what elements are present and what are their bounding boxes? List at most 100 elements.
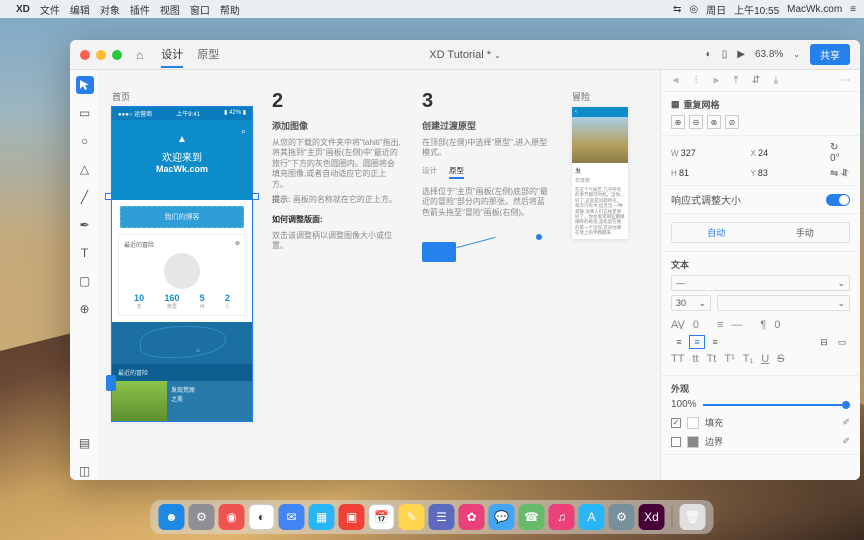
- responsive-toggle[interactable]: [826, 194, 850, 206]
- more-align-icon[interactable]: ⋯: [838, 75, 852, 86]
- tab-prototype[interactable]: 原型: [197, 42, 219, 68]
- align-left-text-icon[interactable]: ≡: [671, 335, 687, 349]
- dock-app[interactable]: ◉: [219, 504, 245, 530]
- eyedropper-icon[interactable]: ✐: [842, 436, 850, 447]
- align-middle-icon[interactable]: ⇵: [749, 75, 763, 86]
- boolean-ops[interactable]: ⊕ ⊖ ⊗ ⊘: [671, 115, 850, 129]
- repeat-grid-handle[interactable]: [106, 375, 116, 391]
- menu-plugins[interactable]: 插件: [130, 2, 150, 17]
- height-input[interactable]: [679, 168, 719, 178]
- menu-edit[interactable]: 编辑: [70, 2, 90, 17]
- dock-app[interactable]: A: [579, 504, 605, 530]
- align-right-text-icon[interactable]: ≡: [707, 335, 723, 349]
- pen-tool[interactable]: ✒: [76, 216, 94, 234]
- layers-icon[interactable]: ◫: [76, 462, 94, 480]
- subtract-icon[interactable]: ⊖: [689, 115, 703, 129]
- select-tool[interactable]: [76, 76, 94, 94]
- dock-app[interactable]: ☰: [429, 504, 455, 530]
- text-box-mode[interactable]: ⊟ ▭: [816, 335, 850, 349]
- resize-mode-segment[interactable]: 自动 手动: [671, 222, 850, 243]
- dock-app[interactable]: ▦: [309, 504, 335, 530]
- share-button[interactable]: 共享: [810, 44, 850, 65]
- font-size-select[interactable]: 30: [671, 295, 711, 311]
- rotate-icon[interactable]: ↻ 0°: [830, 142, 850, 164]
- intersect-icon[interactable]: ⊗: [707, 115, 721, 129]
- selection-handles[interactable]: [108, 196, 256, 198]
- tab-design[interactable]: 设计: [161, 42, 183, 68]
- strike-icon[interactable]: S: [777, 353, 784, 365]
- dock-app[interactable]: ▣: [339, 504, 365, 530]
- exclude-icon[interactable]: ⊘: [725, 115, 739, 129]
- text-tool[interactable]: T: [76, 244, 94, 262]
- para-spacing-icon[interactable]: ¶: [760, 319, 766, 331]
- border-checkbox[interactable]: [671, 437, 681, 447]
- lowercase-icon[interactable]: tt: [692, 353, 698, 365]
- assets-icon[interactable]: ▤: [76, 434, 94, 452]
- font-family-select[interactable]: —: [671, 275, 850, 291]
- fill-checkbox[interactable]: ✓: [671, 418, 681, 428]
- dock-app[interactable]: ✎: [399, 504, 425, 530]
- dock-app[interactable]: ⚙: [189, 504, 215, 530]
- wifi-icon[interactable]: ⇆: [673, 4, 681, 15]
- point-text-icon[interactable]: ⊟: [816, 335, 832, 349]
- underline-icon[interactable]: U: [761, 353, 769, 365]
- menu-view[interactable]: 视图: [160, 2, 180, 17]
- play-icon[interactable]: ▶: [737, 49, 745, 60]
- eyedropper-icon[interactable]: ✐: [842, 417, 850, 428]
- artboard-home[interactable]: 首页 ●●●○ 运营商 上午9:41 ▮ 42% ▮ ⌕ ▲ 欢迎来到 MacW…: [112, 90, 252, 421]
- menu-window[interactable]: 窗口: [190, 2, 210, 17]
- align-right-icon[interactable]: ⫸: [709, 75, 723, 86]
- superscript-icon[interactable]: T¹: [724, 353, 734, 365]
- zoom-level[interactable]: 63.8%: [755, 49, 783, 60]
- dock-app[interactable]: 📅: [369, 504, 395, 530]
- artboard-label[interactable]: 冒险: [572, 90, 628, 103]
- menu-file[interactable]: 文件: [40, 2, 60, 17]
- ellipse-tool[interactable]: ○: [76, 132, 94, 150]
- opacity-value[interactable]: 100%: [671, 399, 697, 410]
- dock-app[interactable]: ◐: [249, 504, 275, 530]
- subscript-icon[interactable]: T₁: [743, 353, 753, 365]
- dock[interactable]: ☻⚙◉◐✉▦▣📅✎☰✿💬☎♫A⚙Xd🗑: [151, 500, 714, 534]
- menu-extra-icon[interactable]: ≡: [850, 4, 856, 15]
- align-left-icon[interactable]: ⫷: [669, 75, 683, 86]
- dock-app[interactable]: 🗑: [680, 504, 706, 530]
- font-weight-select[interactable]: [717, 295, 850, 311]
- flip-icon[interactable]: ⇋ ⥯: [830, 168, 850, 179]
- align-top-icon[interactable]: ⤒: [729, 75, 743, 86]
- artboard-label[interactable]: 首页: [112, 90, 252, 103]
- line-tool[interactable]: ╱: [76, 188, 94, 206]
- width-input[interactable]: [681, 148, 721, 158]
- traffic-lights[interactable]: [80, 50, 122, 60]
- titlecase-icon[interactable]: Tt: [707, 353, 717, 365]
- align-bottom-icon[interactable]: ⤓: [769, 75, 783, 86]
- align-center-text-icon[interactable]: ≡: [689, 335, 705, 349]
- dock-app[interactable]: ☻: [159, 504, 185, 530]
- y-input[interactable]: [758, 168, 798, 178]
- artboard-tool[interactable]: ▢: [76, 272, 94, 290]
- char-spacing-icon[interactable]: AV̱: [671, 319, 685, 331]
- align-center-h-icon[interactable]: ⫶: [689, 75, 703, 86]
- dock-app[interactable]: Xd: [639, 504, 665, 530]
- control-icon[interactable]: ◎: [689, 4, 698, 15]
- menu-object[interactable]: 对象: [100, 2, 120, 17]
- area-text-icon[interactable]: ▭: [834, 335, 850, 349]
- canvas[interactable]: 首页 ●●●○ 运营商 上午9:41 ▮ 42% ▮ ⌕ ▲ 欢迎来到 MacW…: [100, 70, 660, 480]
- account-icon[interactable]: ◐: [706, 49, 712, 60]
- x-input[interactable]: [758, 148, 798, 158]
- rectangle-tool[interactable]: ▭: [76, 104, 94, 122]
- union-icon[interactable]: ⊕: [671, 115, 685, 129]
- fill-swatch[interactable]: [687, 417, 699, 429]
- align-tools[interactable]: ⫷ ⫶ ⫸ ⤒ ⇵ ⤓ ⋯: [661, 70, 860, 92]
- device-icon[interactable]: ▯: [722, 49, 728, 60]
- app-name[interactable]: XD: [16, 4, 30, 15]
- artboard-adventure[interactable]: 冒险 ‹ 发 年度旅 在这个气候区,几乎所有的季节都可时机。当你...好了,这就…: [572, 90, 628, 239]
- dock-app[interactable]: ⚙: [609, 504, 635, 530]
- dock-app[interactable]: ♫: [549, 504, 575, 530]
- uppercase-icon[interactable]: TT: [671, 353, 684, 365]
- line-height-icon[interactable]: ≡: [717, 319, 723, 331]
- dock-app[interactable]: ✉: [279, 504, 305, 530]
- home-icon[interactable]: ⌂: [136, 48, 143, 62]
- polygon-tool[interactable]: △: [76, 160, 94, 178]
- border-swatch[interactable]: [687, 436, 699, 448]
- opacity-slider[interactable]: [703, 404, 850, 406]
